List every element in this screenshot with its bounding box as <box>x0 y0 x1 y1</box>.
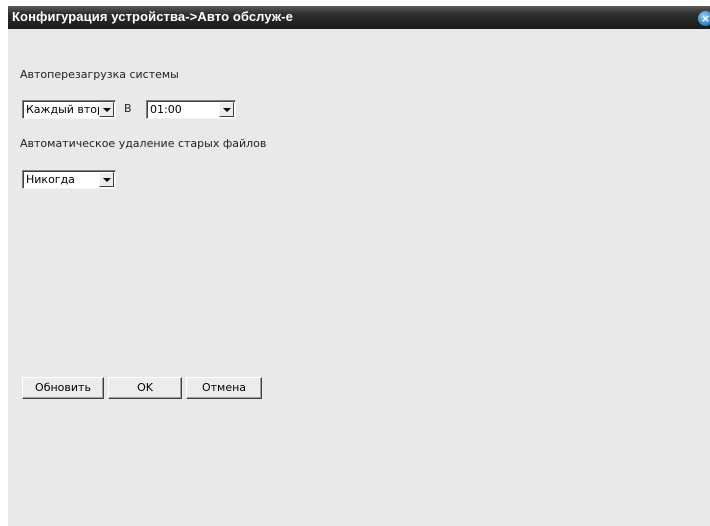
auto-maintenance-dialog: Конфигурация устройства->Авто обслуж-е ×… <box>8 6 710 526</box>
cancel-button[interactable]: Отмена <box>186 377 262 399</box>
ok-button[interactable]: OK <box>108 377 182 399</box>
reboot-day-value: Каждый втор <box>26 103 104 116</box>
title-bar: Конфигурация устройства->Авто обслуж-е <box>8 6 710 29</box>
dialog-title: Конфигурация устройства->Авто обслуж-е <box>12 9 293 24</box>
auto-reboot-label: Автоперезагрузка системы <box>20 68 179 81</box>
reboot-at-label: В <box>124 102 132 115</box>
reboot-day-select[interactable]: Каждый втор <box>22 100 116 119</box>
close-icon[interactable]: × <box>698 11 710 26</box>
refresh-button[interactable]: Обновить <box>22 377 104 399</box>
auto-delete-select[interactable]: Никогда <box>22 170 116 189</box>
auto-delete-label: Автоматическое удаление старых файлов <box>20 137 267 150</box>
chevron-down-icon[interactable] <box>99 172 114 187</box>
auto-delete-value: Никогда <box>26 173 75 186</box>
chevron-down-icon[interactable] <box>99 102 114 117</box>
chevron-down-icon[interactable] <box>219 102 234 117</box>
reboot-time-select[interactable]: 01:00 <box>146 100 236 119</box>
reboot-time-value: 01:00 <box>150 103 182 116</box>
